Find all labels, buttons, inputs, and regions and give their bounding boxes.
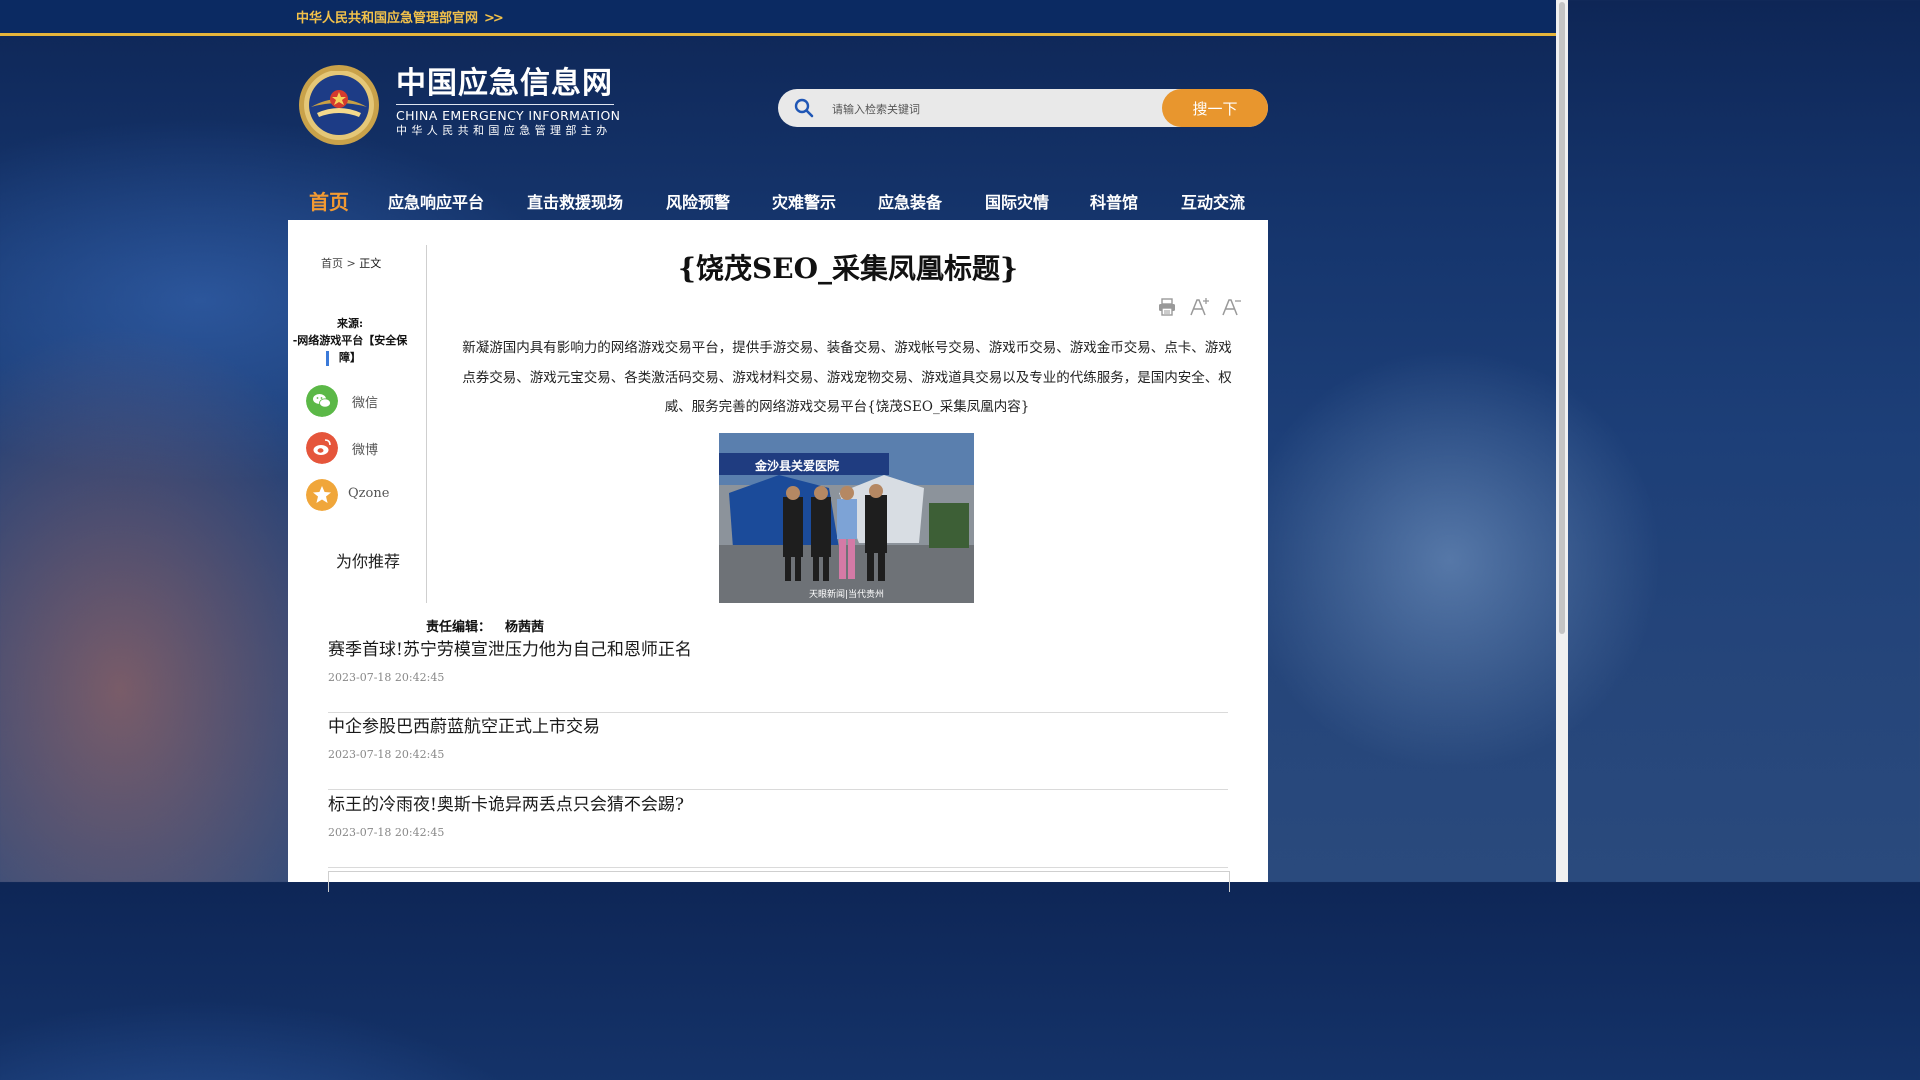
search-icon[interactable] [794, 98, 814, 118]
breadcrumb-home[interactable]: 首页 [321, 257, 343, 270]
source-value: -网络游戏平台【安全保障】 [292, 334, 408, 364]
nav-item-equipment[interactable]: 应急装备 [878, 189, 942, 213]
emblem-logo-icon[interactable] [297, 61, 381, 147]
list-item[interactable]: 赛季首球!苏宁劳模宣泄压力他为自己和恩师正名 2023-07-18 20:42:… [328, 635, 1228, 713]
source-label: 来源: [336, 317, 364, 330]
breadcrumb-separator: > [346, 257, 356, 270]
nav-item-international[interactable]: 国际灾情 [985, 189, 1049, 213]
article-title: {饶茂SEO_采集凤凰标题} [678, 252, 1018, 285]
recommend-heading: 为你推荐 [336, 552, 401, 571]
nav-item-disaster-alert[interactable]: 灾难警示 [772, 189, 836, 213]
nav-item-home[interactable]: 首页 [309, 186, 349, 215]
photo-watermark: 天眼新闻|当代贵州 [809, 588, 884, 600]
article-body: 新凝游国内具有影响力的网络游戏交易平台，提供手游交易、装备交易、游戏帐号交易、游… [462, 340, 1232, 415]
photo-sign-text: 金沙县关爱医院 [754, 458, 839, 473]
top-bar: 中华人民共和国应急管理部官网 >> [0, 0, 1556, 36]
editor-credit: 责任编辑： 杨茜茜 [426, 616, 544, 635]
search-input[interactable] [830, 98, 1154, 120]
site-subtitle: 中华人民共和国应急管理部主办 [396, 124, 612, 137]
main-nav: 首页 应急响应平台 直击救援现场 风险预警 灾难警示 应急装备 国际灾情 科普馆… [288, 183, 1268, 220]
scrollbar-thumb[interactable] [1559, 2, 1565, 634]
breadcrumb: 首页 > 正文 [321, 255, 381, 271]
article-photo: 金沙县关爱医院 天眼新闻|当代贵州 [719, 433, 974, 603]
share-wechat[interactable]: 微信 [306, 385, 426, 417]
list-item-next-partial [328, 871, 1230, 892]
font-decrease-icon[interactable] [1220, 297, 1242, 317]
nav-item-science[interactable]: 科普馆 [1090, 189, 1138, 213]
share-qzone[interactable]: Qzone [306, 479, 426, 511]
list-item[interactable]: 标王的冷雨夜!奥斯卡诡异两丢点只会猜不会踢? 2023-07-18 20:42:… [328, 790, 1228, 868]
site-name-en: CHINA EMERGENCY INFORMATION [396, 108, 621, 123]
logo-divider [396, 104, 614, 105]
share-wechat-label: 微信 [351, 396, 378, 411]
recommend-title[interactable]: 标王的冷雨夜!奥斯卡诡异两丢点只会猜不会踢? [328, 790, 684, 815]
nav-item-risk-warning[interactable]: 风险预警 [666, 189, 730, 213]
nav-item-interaction[interactable]: 互动交流 [1181, 189, 1245, 213]
article-sidebar: 首页 > 正文 来源: -网络游戏平台【安全保障】 微信 微博 Qzone 为你… [288, 245, 427, 603]
search-bar: 搜一下 [778, 89, 1268, 127]
recommend-date: 2023-07-18 20:42:45 [328, 671, 445, 684]
recommend-title[interactable]: 中企参股巴西蔚蓝航空正式上市交易 [328, 712, 600, 737]
recommend-date: 2023-07-18 20:42:45 [328, 826, 445, 839]
double-chevron-icon: >> [484, 11, 504, 26]
source-value-wrap: -网络游戏平台【安全保障】 [288, 332, 412, 366]
qzone-icon [306, 479, 338, 511]
font-increase-icon[interactable] [1188, 297, 1210, 317]
wechat-icon [306, 385, 338, 417]
nav-item-rescue-scene[interactable]: 直击救援现场 [527, 189, 623, 213]
breadcrumb-current: 正文 [359, 257, 382, 270]
list-item[interactable]: 中企参股巴西蔚蓝航空正式上市交易 2023-07-18 20:42:45 [328, 712, 1228, 790]
ministry-link-text: 中华人民共和国应急管理部官网 [296, 11, 479, 26]
search-button[interactable]: 搜一下 [1162, 89, 1268, 127]
article-source: 来源: -网络游戏平台【安全保障】 [288, 315, 412, 366]
recommend-title[interactable]: 赛季首球!苏宁劳模宣泄压力他为自己和恩师正名 [328, 635, 692, 660]
editor-label: 责任编辑： [426, 620, 492, 635]
recommend-date: 2023-07-18 20:42:45 [328, 748, 445, 761]
share-weibo[interactable]: 微博 [306, 432, 426, 464]
weibo-icon [306, 432, 338, 464]
content-panel: 首页 > 正文 来源: -网络游戏平台【安全保障】 微信 微博 Qzone 为你… [288, 220, 1268, 892]
editor-name: 杨茜茜 [505, 620, 545, 635]
ministry-link[interactable]: 中华人民共和国应急管理部官网 >> [296, 7, 504, 26]
nav-item-response-platform[interactable]: 应急响应平台 [388, 189, 484, 213]
site-name-cn: 中国应急信息网 [396, 66, 613, 101]
source-accent-bar [326, 351, 329, 366]
scrollbar[interactable] [1556, 0, 1568, 882]
article-tools [1156, 296, 1242, 317]
print-icon[interactable] [1156, 297, 1178, 317]
site-logo-text[interactable]: 中国应急信息网 CHINA EMERGENCY INFORMATION 中华人民… [396, 66, 620, 139]
share-weibo-label: 微博 [351, 443, 378, 458]
share-qzone-label: Qzone [348, 486, 390, 501]
